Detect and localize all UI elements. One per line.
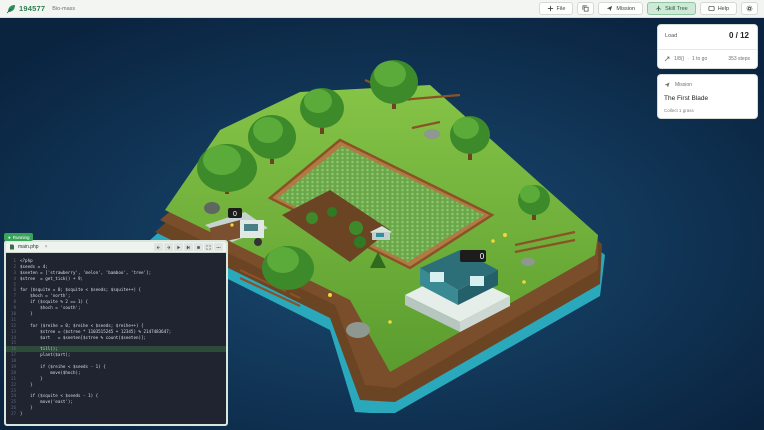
- question-icon: [708, 5, 715, 12]
- line-text: }: [20, 311, 33, 317]
- help-button-label: Help: [717, 5, 729, 12]
- building-badge: 0: [480, 252, 485, 261]
- copy-icon: [582, 5, 589, 12]
- mission-label: Mission: [675, 82, 692, 88]
- editor-window: main.php × 1 <?php 2 $seeds = 4; 3 $seeten = …: [4, 240, 228, 426]
- mission-header: Mission: [664, 82, 692, 88]
- mission-subtitle: Collect 1 grass: [664, 108, 694, 113]
- mission-title: The First Blade: [664, 95, 709, 102]
- line-text: plant($art);: [20, 352, 71, 358]
- mission-button-label: Mission: [616, 5, 636, 12]
- undo-icon: [156, 245, 160, 249]
- load-panel: Load 0 / 12 1/8() · 1 to go 353 steps: [657, 24, 758, 69]
- play-icon: [177, 245, 181, 249]
- settings-button[interactable]: [741, 2, 758, 15]
- undo-button[interactable]: [154, 243, 163, 251]
- skip-icon: [186, 244, 190, 250]
- progress-to-go: 1 to go: [691, 56, 708, 62]
- project-id: 194577: [19, 4, 46, 13]
- line-text: }: [20, 381, 33, 387]
- copy-button[interactable]: [577, 2, 595, 15]
- line-text: $stree = get_tick() + 9;: [20, 275, 84, 281]
- load-count: 0 / 12: [728, 31, 749, 40]
- send-icon: [664, 82, 670, 88]
- file-icon: [10, 244, 14, 250]
- load-title: Load: [665, 33, 678, 39]
- status-dot-icon: ●: [8, 234, 11, 240]
- file-button[interactable]: File: [538, 2, 574, 15]
- step-icon: [664, 56, 670, 62]
- editor-tools: [154, 243, 223, 251]
- mission-panel[interactable]: Mission The First Blade Collect 1 grass: [657, 74, 758, 119]
- toolbar: File Mission Skill Tree Help: [538, 2, 758, 15]
- project-name: Bio-mass: [52, 5, 76, 12]
- truck-badge: 0: [233, 211, 237, 218]
- skill-tree-button[interactable]: Skill Tree: [647, 2, 696, 15]
- line-text: $art = $seeten[$stree % count($seeten)];: [20, 334, 147, 340]
- editor-tab-bar: main.php ×: [6, 242, 226, 253]
- help-button[interactable]: Help: [699, 2, 737, 15]
- mission-button[interactable]: Mission: [598, 2, 644, 15]
- stop-icon: [197, 245, 200, 249]
- code-line[interactable]: 27}: [6, 411, 226, 417]
- status-badge: ● Running: [4, 233, 34, 241]
- run-button[interactable]: [174, 243, 183, 251]
- line-text: }: [20, 411, 23, 417]
- steps-count: 353 steps: [728, 56, 750, 62]
- redo-button[interactable]: [164, 243, 173, 251]
- line-number: 27: [10, 411, 16, 417]
- skill-tree-button-label: Skill Tree: [665, 5, 688, 12]
- close-tab-icon[interactable]: ×: [45, 244, 48, 250]
- file-button-label: File: [556, 5, 566, 12]
- stop-button[interactable]: [194, 243, 203, 251]
- file-tab[interactable]: main.php: [18, 244, 39, 250]
- redo-icon: [167, 245, 171, 249]
- brand: 194577 Bio-mass: [6, 4, 75, 14]
- fullscreen-button[interactable]: [204, 243, 213, 251]
- expand-icon: [206, 245, 211, 249]
- more-icon: [216, 246, 221, 248]
- step-button[interactable]: [184, 243, 193, 251]
- tree-icon: [656, 5, 661, 12]
- gear-icon: [746, 5, 753, 12]
- leaf-icon: [6, 4, 15, 13]
- plus-icon: [547, 5, 553, 12]
- code-area[interactable]: 1 <?php 2 $seeds = 4; 3 $seeten = ['strawberr…: [6, 255, 226, 424]
- separator: ·: [687, 56, 689, 62]
- top-bar: 194577 Bio-mass File Mission Skill Tree …: [0, 0, 764, 18]
- load-progress-row: 1/8() · 1 to go 353 steps: [664, 56, 750, 62]
- code-editor-panel: ● Running main.php × 1 <?php 2 $seeds = 4; 3…: [4, 233, 228, 426]
- status-text: Running: [12, 234, 30, 240]
- menu-button[interactable]: [214, 243, 223, 251]
- load-divider: [658, 49, 757, 50]
- send-icon: [607, 5, 613, 12]
- progress-left: 1/8(): [674, 56, 685, 62]
